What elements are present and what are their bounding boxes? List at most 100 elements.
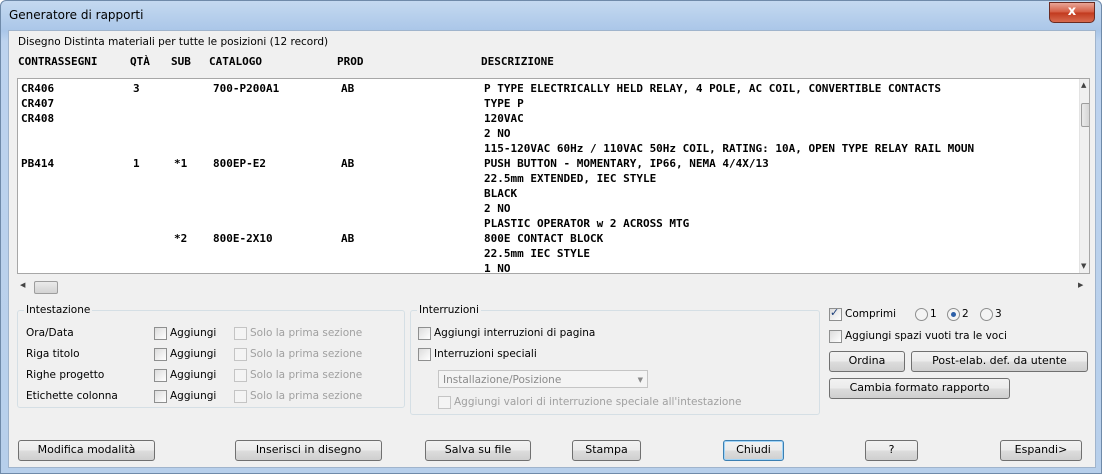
cell-marker: CR408 bbox=[21, 112, 55, 125]
cell-description: P TYPE ELECTRICALLY HELD RELAY, 4 POLE, … bbox=[484, 82, 941, 95]
checkbox-label: Aggiungi valori di interruzione speciale… bbox=[454, 396, 742, 408]
horizontal-scroll-thumb[interactable] bbox=[34, 281, 58, 294]
checkbox-label: Aggiungi bbox=[170, 348, 217, 360]
report-preview[interactable]: CR406 3 700-P200A1 AB P TYPE ELECTRICALLY HE… bbox=[17, 78, 1090, 274]
column-header: SUB bbox=[171, 55, 191, 68]
cell-description: BLACK bbox=[484, 187, 518, 200]
vertical-scrollbar[interactable]: ▲ ▼ bbox=[1079, 79, 1089, 273]
cell-catalog: 800E-2X10 bbox=[213, 232, 273, 245]
close-button[interactable]: Chiudi bbox=[723, 440, 784, 461]
checkbox-label: Solo la prima sezione bbox=[250, 348, 363, 360]
checkbox-label: Comprimi bbox=[845, 308, 897, 320]
header-item-label: Etichette colonna bbox=[26, 390, 118, 402]
cell-catalog: 700-P200A1 bbox=[213, 82, 280, 95]
checkbox-label: Aggiungi bbox=[170, 327, 217, 339]
compress-checkbox[interactable] bbox=[829, 306, 842, 321]
checkbox-label: Solo la prima sezione bbox=[250, 327, 363, 339]
cell-description: 800E CONTACT BLOCK bbox=[484, 232, 604, 245]
radio-label: 3 bbox=[995, 308, 1002, 320]
radio-label: 1 bbox=[930, 308, 937, 320]
header-item-label: Ora/Data bbox=[26, 327, 74, 339]
column-header: QTÀ bbox=[130, 55, 150, 68]
add-column-labels-checkbox[interactable] bbox=[154, 390, 167, 403]
special-breaks-checkbox[interactable] bbox=[418, 348, 431, 361]
checkbox-label: Aggiungi spazi vuoti tra le voci bbox=[845, 330, 1007, 342]
header-item-label: Riga titolo bbox=[26, 348, 80, 360]
close-icon: x bbox=[1067, 4, 1077, 19]
scroll-right-icon[interactable]: ▶ bbox=[1078, 281, 1083, 289]
column-header: CONTRASSEGNI bbox=[18, 55, 98, 68]
save-to-file-button[interactable]: Salva su file bbox=[425, 440, 531, 461]
break-type-select: Installazione/Posizione ▼ bbox=[438, 370, 648, 388]
edit-mode-button[interactable]: Modifica modalità bbox=[18, 440, 155, 461]
header-item-label: Righe progetto bbox=[26, 369, 105, 381]
cell-description: 120VAC bbox=[484, 112, 524, 125]
change-format-button[interactable]: Cambia formato rapporto bbox=[829, 378, 1010, 399]
checkbox-label: Aggiungi bbox=[170, 390, 217, 402]
page-breaks-checkbox[interactable] bbox=[418, 327, 431, 340]
report-generator-window: Generatore di rapporti x Disegno Distint… bbox=[0, 0, 1102, 474]
select-value: Installazione/Posizione bbox=[443, 374, 562, 386]
date-first-section-checkbox bbox=[234, 327, 247, 340]
scroll-up-icon[interactable]: ▲ bbox=[1081, 81, 1086, 89]
cell-description: 22.5mm EXTENDED, IEC STYLE bbox=[484, 172, 657, 185]
cell-manufacturer: AB bbox=[341, 157, 355, 170]
checkbox-label: Aggiungi interruzioni di pagina bbox=[434, 327, 596, 339]
intestazione-group: Intestazione Ora/Data Aggiungi Solo la p… bbox=[17, 304, 405, 408]
title-bar[interactable]: Generatore di rapporti x bbox=[1, 1, 1101, 31]
scroll-left-icon[interactable]: ◀ bbox=[20, 281, 25, 289]
add-title-checkbox[interactable] bbox=[154, 348, 167, 361]
cell-manufacturer: AB bbox=[341, 82, 355, 95]
cell-qty: 1 bbox=[133, 157, 140, 170]
compress-radio-3[interactable] bbox=[980, 308, 993, 321]
column-header: PROD bbox=[337, 55, 364, 68]
cell-description: 2 NO bbox=[484, 202, 511, 215]
report-info: Disegno Distinta materiali per tutte le … bbox=[18, 36, 329, 48]
cell-manufacturer: AB bbox=[341, 232, 355, 245]
chevron-down-icon: ▼ bbox=[637, 376, 643, 384]
add-date-checkbox[interactable] bbox=[154, 327, 167, 340]
cell-description: 1 NO bbox=[484, 262, 511, 274]
add-project-lines-checkbox[interactable] bbox=[154, 369, 167, 382]
cell-marker: CR406 bbox=[21, 82, 55, 95]
vertical-scroll-thumb[interactable] bbox=[1081, 103, 1089, 127]
cell-description: PLASTIC OPERATOR w 2 ACROSS MTG bbox=[484, 217, 690, 230]
scroll-down-icon[interactable]: ▼ bbox=[1081, 262, 1086, 270]
close-window-button[interactable]: x bbox=[1049, 2, 1095, 23]
post-processing-button[interactable]: Post-elab. def. da utente bbox=[911, 351, 1088, 372]
print-button[interactable]: Stampa bbox=[572, 440, 641, 461]
cell-sub: *1 bbox=[174, 157, 188, 170]
expand-button[interactable]: Espandi> bbox=[1000, 440, 1082, 461]
cell-sub: *2 bbox=[174, 232, 188, 245]
checkbox-label: Solo la prima sezione bbox=[250, 390, 363, 402]
horizontal-scrollbar[interactable]: ◀ ▶ bbox=[17, 279, 1088, 294]
blank-lines-checkbox[interactable] bbox=[829, 330, 842, 343]
checkbox-label: Interruzioni speciali bbox=[434, 348, 537, 360]
cell-description: 2 NO bbox=[484, 127, 511, 140]
radio-label: 2 bbox=[962, 308, 969, 320]
group-title: Interruzioni bbox=[417, 304, 481, 316]
cell-description: 115-120VAC 60Hz / 110VAC 50Hz COIL, RATI… bbox=[484, 142, 975, 155]
cell-description: 22.5mm IEC STYLE bbox=[484, 247, 590, 260]
sort-button[interactable]: Ordina bbox=[829, 351, 905, 372]
cell-qty: 3 bbox=[133, 82, 140, 95]
compress-radio-2[interactable] bbox=[947, 308, 960, 321]
insert-in-drawing-button[interactable]: Inserisci in disegno bbox=[235, 440, 382, 461]
interruzioni-group: Interruzioni Aggiungi interruzioni di pa… bbox=[410, 304, 820, 415]
dialog-body: Disegno Distinta materiali per tutte le … bbox=[8, 30, 1096, 468]
checkbox-label: Aggiungi bbox=[170, 369, 217, 381]
compress-radio-1[interactable] bbox=[915, 308, 928, 321]
column-header: DESCRIZIONE bbox=[481, 55, 554, 68]
cell-catalog: 800EP-E2 bbox=[213, 157, 266, 170]
group-title: Intestazione bbox=[24, 304, 93, 316]
cell-marker: CR407 bbox=[21, 97, 55, 110]
columns-first-section-checkbox bbox=[234, 390, 247, 403]
project-first-section-checkbox bbox=[234, 369, 247, 382]
help-button[interactable]: ? bbox=[865, 440, 918, 461]
title-first-section-checkbox bbox=[234, 348, 247, 361]
column-header: CATALOGO bbox=[209, 55, 262, 68]
cell-description: TYPE P bbox=[484, 97, 524, 110]
cell-description: PUSH BUTTON - MOMENTARY, IP66, NEMA 4/4X… bbox=[484, 157, 769, 170]
window-title: Generatore di rapporti bbox=[9, 8, 144, 22]
special-values-checkbox bbox=[438, 396, 451, 409]
